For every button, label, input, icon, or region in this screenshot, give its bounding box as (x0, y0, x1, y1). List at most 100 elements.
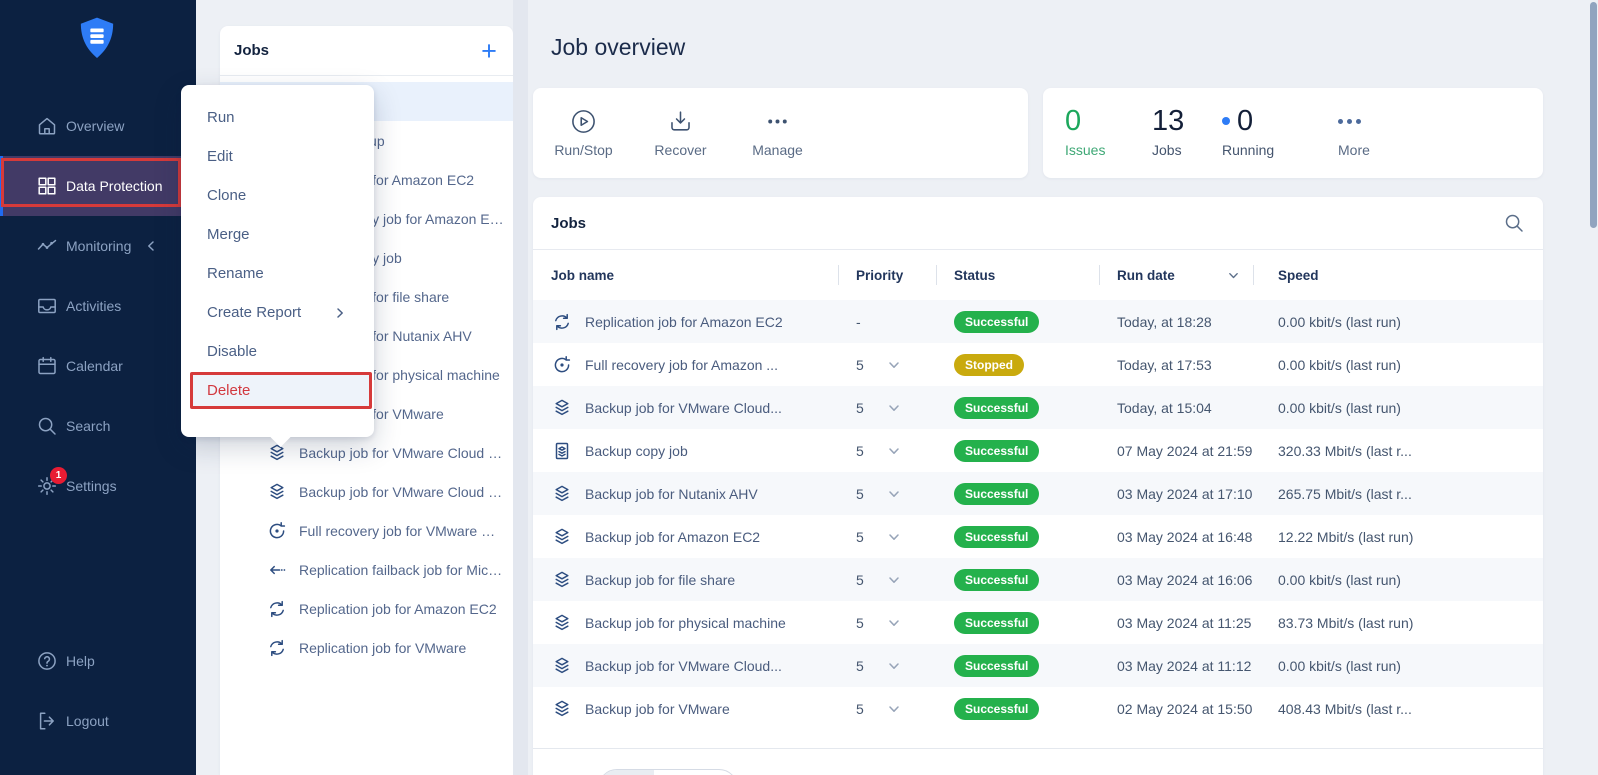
job-name: Replication job for Amazon EC2 (585, 314, 838, 330)
run-date: Today, at 18:28 (1099, 314, 1253, 330)
job-name: Backup job for VMware Cloud Direc... (299, 445, 513, 461)
job-list-item[interactable]: Full recovery job for VMware Cloud... (220, 511, 513, 550)
priority-value: 5 (856, 572, 864, 588)
column-header-job-name[interactable]: Job name (551, 268, 838, 283)
menu-item-label: Run (207, 109, 235, 126)
status-badge: Successful (954, 440, 1039, 462)
table-row[interactable]: Replication job for Amazon EC2 - Success… (533, 300, 1543, 343)
speed: 408.43 Mbit/s (last r... (1253, 701, 1543, 717)
load-more-button[interactable] (598, 769, 738, 775)
table-row[interactable]: Backup copy job 5 Successful 07 May 2024… (533, 429, 1543, 472)
menu-item[interactable]: Create Report (181, 293, 374, 332)
priority-dropdown-chevron-icon[interactable] (888, 703, 900, 715)
run-date: 03 May 2024 at 16:06 (1099, 572, 1253, 588)
panel-scrollbar[interactable] (513, 0, 528, 775)
menu-item-label: Disable (207, 343, 257, 360)
priority-value: 5 (856, 443, 864, 459)
menu-item[interactable]: Delete (190, 372, 372, 409)
table-row[interactable]: Backup job for VMware Cloud... 5 Success… (533, 644, 1543, 687)
add-job-button[interactable]: + (477, 37, 501, 65)
job-name: Replication job for VMware (299, 640, 513, 656)
running-dot-icon (1222, 117, 1230, 125)
sidebar-item[interactable]: Logout (0, 691, 196, 751)
priority-value: 5 (856, 529, 864, 545)
job-name: Backup job for VMware Cloud... (585, 400, 838, 416)
status-badge: Successful (954, 612, 1039, 634)
run-date: Today, at 15:04 (1099, 400, 1253, 416)
column-header-speed[interactable]: Speed (1253, 268, 1543, 283)
sidebar-item[interactable]: Overview (0, 96, 196, 156)
chevron-left-icon[interactable] (145, 240, 157, 252)
sidebar-item-label: Monitoring (66, 238, 131, 254)
stat[interactable]: 13 Jobs (1152, 105, 1222, 158)
recover-icon (667, 108, 694, 135)
column-header-status[interactable]: Status (936, 268, 1099, 283)
sidebar-item[interactable]: Calendar (0, 336, 196, 396)
stat[interactable]: 0 Issues (1065, 105, 1152, 158)
sidebar-item[interactable]: Help (0, 631, 196, 691)
menu-item[interactable]: Run (181, 98, 374, 137)
backup-icon (551, 483, 573, 505)
stat-label: Jobs (1152, 142, 1222, 158)
menu-item-label: Create Report (207, 304, 301, 321)
column-header-priority[interactable]: Priority (838, 268, 936, 283)
priority-dropdown-chevron-icon[interactable] (888, 359, 900, 371)
job-list-item[interactable]: Replication job for Amazon EC2 (220, 589, 513, 628)
speed: 265.75 Mbit/s (last r... (1253, 486, 1543, 502)
priority-value: 5 (856, 615, 864, 631)
replication-icon (266, 637, 288, 659)
job-name: Backup copy job (585, 443, 838, 459)
menu-item[interactable]: Merge (181, 215, 374, 254)
priority-dropdown-chevron-icon[interactable] (888, 445, 900, 457)
speed: 0.00 kbit/s (last run) (1253, 658, 1543, 674)
run-date: Today, at 17:53 (1099, 357, 1253, 373)
table-row[interactable]: Backup job for VMware 5 Successful 02 Ma… (533, 687, 1543, 730)
table-row[interactable]: Full recovery job for Amazon ... 5 Stopp… (533, 343, 1543, 386)
speed: 0.00 kbit/s (last run) (1253, 572, 1543, 588)
priority-dropdown-chevron-icon[interactable] (888, 402, 900, 414)
sidebar-item-label: Overview (66, 118, 124, 134)
table-row[interactable]: Backup job for VMware Cloud... 5 Success… (533, 386, 1543, 429)
sidebar-item[interactable]: Monitoring (0, 216, 196, 276)
calendar-icon (36, 355, 58, 377)
action-button[interactable]: Recover (632, 108, 729, 158)
search-icon[interactable] (1503, 212, 1525, 234)
context-menu: Run Edit Clone Merge (181, 85, 374, 437)
job-list-item[interactable]: Replication job for VMware (220, 628, 513, 667)
job-name: Backup job for file share (585, 572, 838, 588)
priority-dropdown-chevron-icon[interactable] (888, 488, 900, 500)
stat[interactable]: 0 Running (1222, 105, 1338, 158)
menu-item[interactable]: Edit (181, 137, 374, 176)
backup-icon (551, 698, 573, 720)
job-list-item[interactable]: Replication failback job for Microsof... (220, 550, 513, 589)
menu-item[interactable]: Rename (181, 254, 374, 293)
notification-badge: 1 (50, 467, 67, 484)
priority-dropdown-chevron-icon[interactable] (888, 574, 900, 586)
action-button[interactable]: Manage (729, 108, 826, 158)
activities-icon (36, 295, 58, 317)
speed: 0.00 kbit/s (last run) (1253, 357, 1543, 373)
sidebar-item[interactable]: Search (0, 396, 196, 456)
table-row[interactable]: Backup job for physical machine 5 Succes… (533, 601, 1543, 644)
priority-dropdown-chevron-icon[interactable] (888, 531, 900, 543)
run-icon (570, 108, 597, 135)
table-row[interactable]: Backup job for file share 5 Successful 0… (533, 558, 1543, 601)
menu-item[interactable]: Disable (181, 332, 374, 371)
menu-item[interactable]: Clone (181, 176, 374, 215)
job-list-item[interactable]: Backup job for VMware Cloud Direc... (220, 472, 513, 511)
table-row[interactable]: Backup job for Amazon EC2 5 Successful 0… (533, 515, 1543, 558)
priority-dropdown-chevron-icon[interactable] (888, 660, 900, 672)
column-header-run-date[interactable]: Run date (1099, 268, 1253, 283)
table-row[interactable]: Backup job for Nutanix AHV 5 Successful … (533, 472, 1543, 515)
sidebar-item[interactable]: 1 Settings (0, 456, 196, 516)
stat[interactable]: More (1338, 105, 1370, 158)
action-button-label: Run/Stop (554, 142, 612, 158)
sidebar-item[interactable]: Activities (0, 276, 196, 336)
action-button[interactable]: Run/Stop (535, 108, 632, 158)
sidebar: Overview Data Protection (0, 0, 196, 775)
page-scrollbar[interactable] (1590, 2, 1597, 228)
job-list-item[interactable]: Backup job for VMware Cloud Direc... (220, 433, 513, 472)
chevron-right-icon (334, 307, 346, 319)
table-column-headers: Job name Priority Status Run date Speed (533, 250, 1543, 300)
priority-dropdown-chevron-icon[interactable] (888, 617, 900, 629)
